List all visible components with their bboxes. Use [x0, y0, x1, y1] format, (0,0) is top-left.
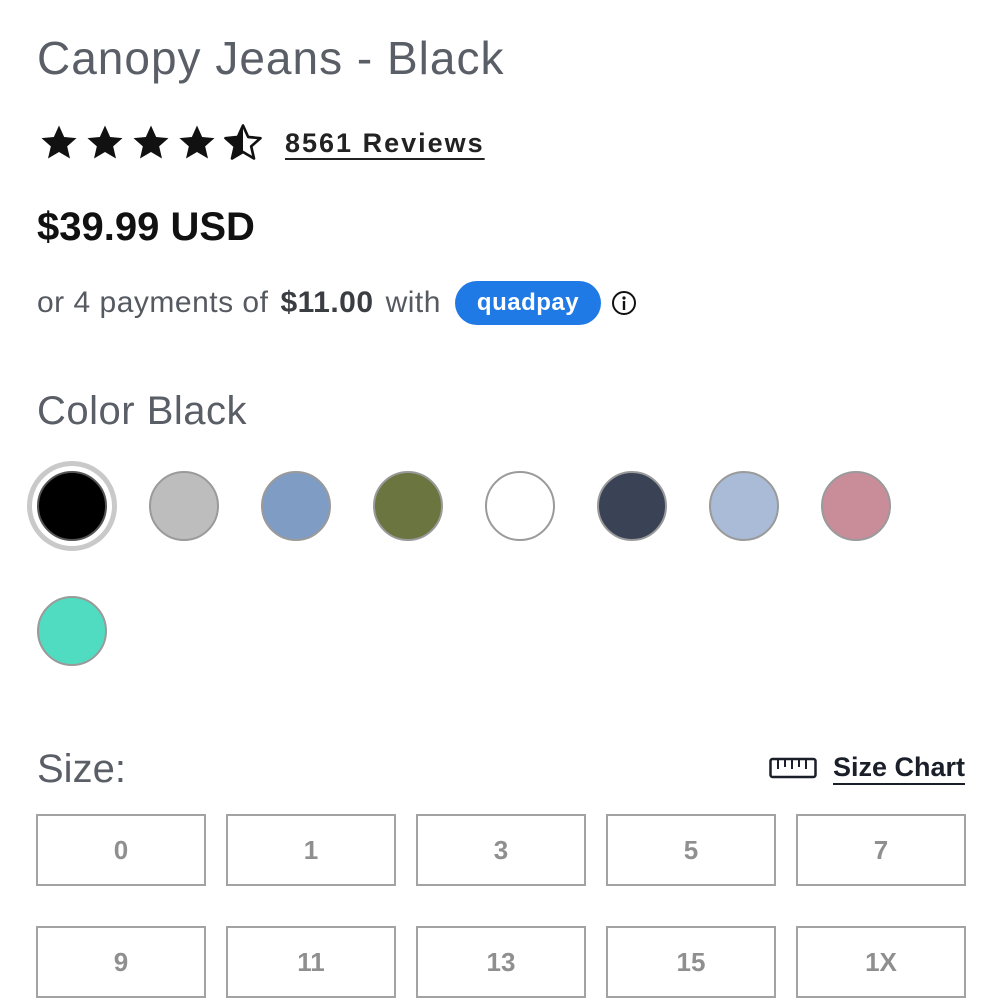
size-option-button[interactable]: 7: [796, 814, 966, 886]
star-full-icon: [175, 123, 219, 163]
size-option-button[interactable]: 15: [606, 926, 776, 998]
installment-prefix: or 4 payments of: [37, 286, 269, 319]
color-swatch-grey[interactable]: [149, 471, 219, 541]
size-option-button[interactable]: 11: [226, 926, 396, 998]
size-option-button[interactable]: 1: [226, 814, 396, 886]
reviews-link[interactable]: 8561 Reviews: [285, 128, 485, 159]
color-swatch-black[interactable]: [37, 471, 107, 541]
color-swatch-olive[interactable]: [373, 471, 443, 541]
size-option-button[interactable]: 9: [36, 926, 206, 998]
star-half-icon: [221, 123, 265, 163]
rating-row: 8561 Reviews: [37, 118, 485, 168]
color-swatch-white[interactable]: [485, 471, 555, 541]
color-swatch-light-blue[interactable]: [709, 471, 779, 541]
color-swatch-dark-wash[interactable]: [597, 471, 667, 541]
quadpay-logo-button[interactable]: quadpay: [454, 281, 602, 325]
product-price: $39.99 USD: [37, 205, 255, 249]
product-title: Canopy Jeans - Black: [37, 32, 505, 84]
installment-info: or 4 payments of $11.00 with quadpay: [37, 278, 637, 328]
size-option-button[interactable]: 0: [36, 814, 206, 886]
size-option-button[interactable]: 3: [416, 814, 586, 886]
size-option-button[interactable]: 13: [416, 926, 586, 998]
star-full-icon: [129, 123, 173, 163]
star-full-icon: [37, 123, 81, 163]
color-swatch-light-wash-blue[interactable]: [261, 471, 331, 541]
installment-suffix: with: [385, 286, 441, 319]
info-icon[interactable]: [611, 290, 637, 316]
size-chart-label: Size Chart: [832, 751, 965, 785]
size-chart-link[interactable]: Size Chart: [769, 748, 965, 788]
color-label: Color Black: [37, 389, 248, 433]
star-full-icon: [83, 123, 127, 163]
size-label: Size:: [37, 747, 126, 791]
size-option-button[interactable]: 5: [606, 814, 776, 886]
color-swatch-aqua[interactable]: [37, 596, 107, 666]
size-option-button[interactable]: 1X: [796, 926, 966, 998]
ruler-icon: [769, 757, 817, 779]
star-rating: [37, 123, 265, 163]
installment-amount: $11.00: [280, 286, 374, 319]
product-detail-page: Canopy Jeans - Black 8561 Reviews $39.99…: [0, 0, 1000, 1000]
color-swatch-pink[interactable]: [821, 471, 891, 541]
